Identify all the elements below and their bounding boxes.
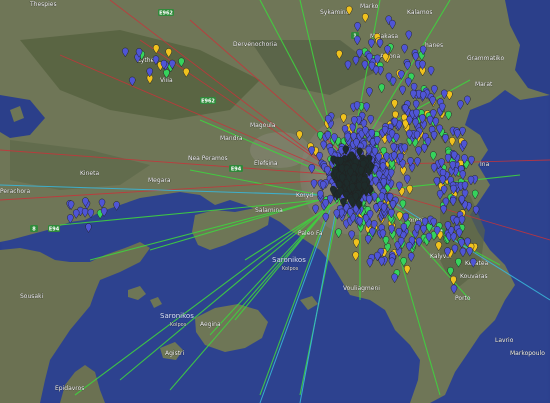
label-dervenochoria: Dervenochoria: [233, 41, 277, 48]
label-keratea: Keratea: [465, 260, 489, 267]
label-saronikos-2-sub: Kolpos: [170, 322, 187, 328]
label-korydallos: Koryd: [296, 192, 313, 199]
label-magoula: Magoula: [250, 122, 276, 129]
shield-e962-b: E962: [200, 97, 216, 105]
label-mandra: Mandra: [220, 135, 243, 142]
label-paleo-faliro: Paleo Fa: [298, 230, 323, 237]
shield-e94-a: E94: [229, 165, 243, 173]
label-markopoulo-south: Markopoulo: [510, 350, 545, 357]
label-nea-peramos: Nea Peramos: [188, 155, 228, 162]
svg-text:8: 8: [32, 227, 36, 233]
label-grammatiko: Grammatiko: [467, 55, 504, 62]
label-lavrio: Lavrio: [495, 337, 514, 344]
map-canvas[interactable]: E962 E962 E94 E94 1 8 8 Thespies Lythes …: [0, 0, 550, 403]
label-pallini: Ina: [480, 161, 490, 168]
label-marathonas: Marat: [475, 81, 493, 88]
label-saronikos-1: Saronikos: [272, 256, 306, 264]
label-porto-rafti: Porto: [455, 295, 471, 302]
label-kouvaras: Kouvaras: [460, 273, 488, 280]
label-vouliagmeni: Vouliagmeni: [343, 285, 380, 292]
label-sykamino: Sykamino: [320, 9, 350, 16]
svg-text:E94: E94: [49, 227, 60, 233]
label-agistri: Agistri: [165, 350, 185, 357]
svg-text:E962: E962: [159, 11, 173, 17]
label-saronikos-2: Saronikos: [160, 312, 194, 320]
shield-e962-a: E962: [158, 9, 174, 17]
shield-e94-b: E94: [48, 225, 60, 233]
label-salamina: Salamina: [255, 207, 283, 214]
label-sousaki: Sousaki: [20, 293, 44, 300]
svg-text:E962: E962: [201, 99, 215, 105]
label-saronikos-1-sub: Kolpos: [282, 266, 299, 272]
label-marko-north: Marko: [360, 3, 379, 10]
label-thespies: Thespies: [29, 1, 57, 8]
svg-text:E94: E94: [231, 167, 242, 173]
satellite-map[interactable]: E962 E962 E94 E94 1 8 8 Thespies Lythes …: [0, 0, 550, 403]
label-megara: Megara: [148, 177, 171, 184]
label-kalamos: Kalamos: [407, 9, 433, 16]
label-elefsina: Elefsina: [254, 160, 278, 167]
shield-8-a: 8: [30, 225, 38, 233]
label-epidavros: Epidavros: [55, 385, 84, 392]
label-rafina-north: hanes: [425, 42, 443, 49]
label-aegina: Aegina: [200, 321, 221, 328]
label-kineta: Kineta: [80, 170, 99, 177]
label-perachora: Perachora: [0, 188, 30, 195]
